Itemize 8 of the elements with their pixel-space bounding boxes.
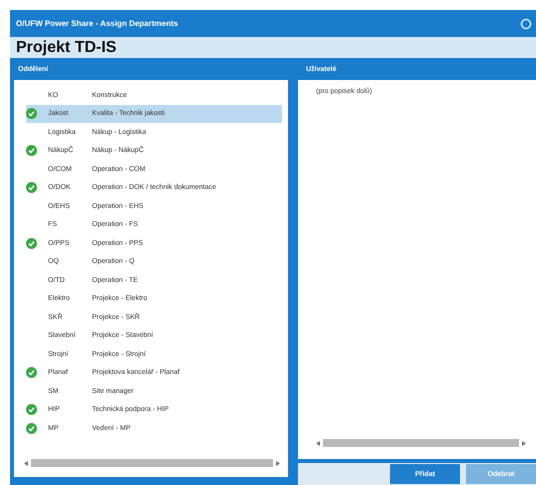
window-title: O/UFW Power Share - Assign Departments xyxy=(16,19,178,28)
scroll-right-icon[interactable] xyxy=(522,440,526,446)
scrollbar-thumb[interactable] xyxy=(323,439,519,447)
project-title: Projekt TD-IS xyxy=(16,38,116,56)
scroll-right-icon[interactable] xyxy=(276,460,280,466)
scroll-left-icon[interactable] xyxy=(24,460,28,466)
scroll-left-icon[interactable] xyxy=(316,440,320,446)
scrollbar-thumb[interactable] xyxy=(31,459,273,467)
